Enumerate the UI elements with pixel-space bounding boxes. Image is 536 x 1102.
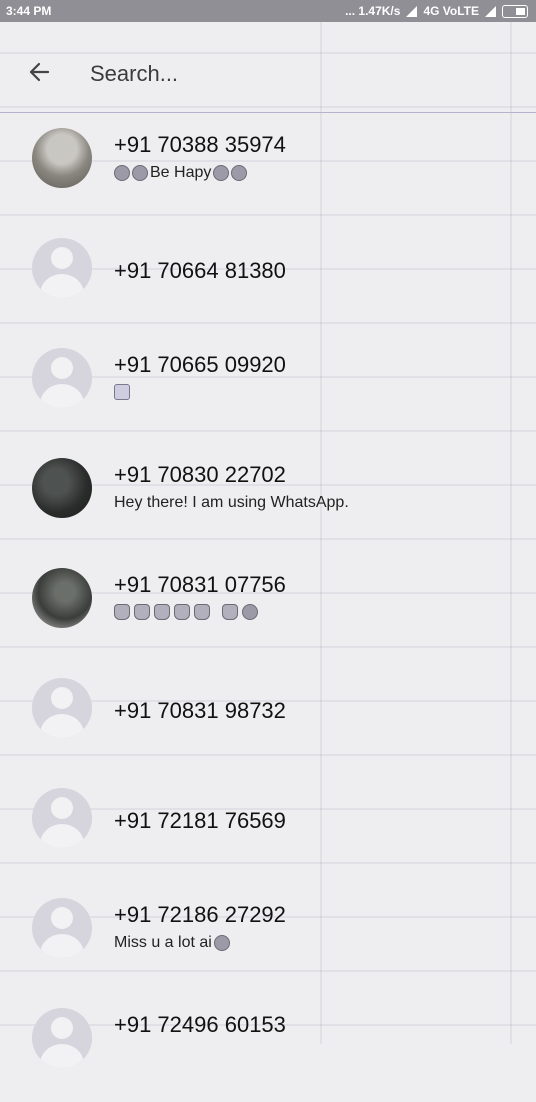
avatar <box>32 238 92 298</box>
network-type: 4G VoLTE <box>423 4 479 18</box>
contact-status <box>114 604 258 620</box>
hand-emoji-icon <box>114 604 130 620</box>
battery-icon <box>502 4 528 18</box>
search-input[interactable] <box>88 58 492 90</box>
emoji-icon <box>213 935 230 951</box>
contact-list: +91 70388 35974 Be Hap​y +91 70664 81380… <box>0 112 536 1102</box>
contact-row[interactable]: +91 70388 35974 Be Hap​y <box>0 112 536 222</box>
contact-name: +91 70665 09920 <box>114 352 286 377</box>
status-text: Hey there! I am using WhatsApp. <box>114 494 349 511</box>
emoji-icon <box>213 165 230 181</box>
avatar <box>32 1008 92 1068</box>
avatar <box>32 898 92 958</box>
contact-name: +91 72186 27292 <box>114 902 286 927</box>
contact-name: +91 70664 81380 <box>114 258 286 283</box>
avatar <box>32 678 92 738</box>
peace-icon <box>114 384 130 400</box>
hand-emoji-icon <box>174 604 190 620</box>
status-text: Be Hap​y <box>150 164 212 181</box>
status-time: 3:44 PM <box>6 4 52 18</box>
contact-name: +91 70830 22702 <box>114 462 286 487</box>
avatar <box>32 458 92 518</box>
contact-row[interactable]: +91 72186 27292 Miss u a lot ai <box>0 882 536 992</box>
contact-status: Miss u a lot ai <box>114 934 230 952</box>
contact-name: +91 70388 35974 <box>114 132 286 157</box>
contact-name: +91 72496 60153 <box>114 1012 286 1037</box>
sunglasses-emoji-icon <box>242 604 258 620</box>
contact-name: +91 70831 07756 <box>114 572 286 597</box>
hand-emoji-icon <box>222 604 238 620</box>
contact-row[interactable]: +91 72181 76569 <box>0 772 536 882</box>
network-speed: ... 1.47K/s <box>345 4 401 18</box>
hand-emoji-icon <box>194 604 210 620</box>
emoji-icon <box>132 165 148 181</box>
signal-icon <box>485 5 496 17</box>
status-text: Miss u a lot ai <box>114 934 212 951</box>
hand-emoji-icon <box>154 604 170 620</box>
avatar <box>32 128 92 188</box>
status-indicators: ... 1.47K/s 4G VoLTE <box>345 4 528 18</box>
contact-status: Hey there! I am using WhatsApp. <box>114 494 349 512</box>
contact-status <box>114 384 130 400</box>
emoji-icon <box>114 165 130 181</box>
contact-name: +91 72181 76569 <box>114 808 286 833</box>
contact-row[interactable]: +91 70665 09920 <box>0 332 536 442</box>
status-bar: 3:44 PM ... 1.47K/s 4G VoLTE <box>0 0 536 22</box>
search-bar <box>0 40 536 113</box>
contact-row[interactable]: +91 72496 60153 <box>0 992 536 1102</box>
avatar <box>32 348 92 408</box>
arrow-left-icon[interactable] <box>28 60 50 84</box>
contact-row[interactable]: +91 70831 98732 <box>0 662 536 772</box>
contact-row[interactable]: +91 70664 81380 <box>0 222 536 332</box>
contact-status: Be Hap​y <box>114 164 248 182</box>
contact-row[interactable]: +91 70830 22702 Hey there! I am using Wh… <box>0 442 536 552</box>
signal-icon <box>406 5 418 17</box>
avatar <box>32 568 92 628</box>
hand-emoji-icon <box>134 604 150 620</box>
avatar <box>32 788 92 848</box>
emoji-icon <box>231 165 248 181</box>
contact-name: +91 70831 98732 <box>114 698 286 723</box>
contact-row[interactable]: +91 70831 07756 <box>0 552 536 662</box>
